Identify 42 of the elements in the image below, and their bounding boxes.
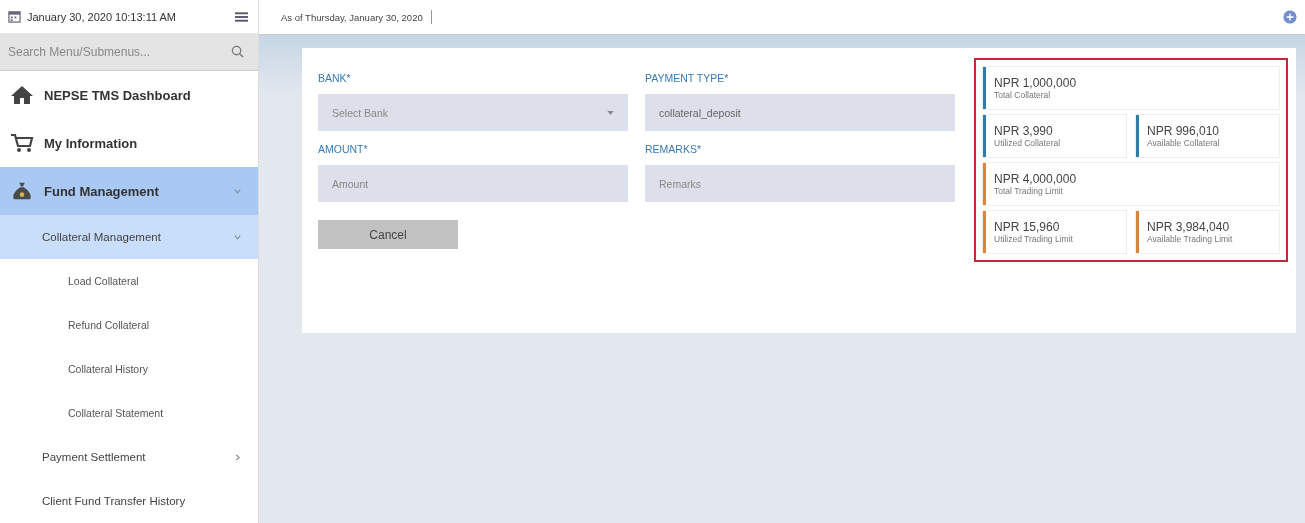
- menu-item[interactable]: Fund Management: [0, 167, 258, 215]
- plus-circle-icon[interactable]: [1283, 10, 1297, 24]
- stat-label: Utilized Trading Limit: [994, 234, 1073, 244]
- stat-label: Total Trading Limit: [994, 186, 1064, 196]
- submenu-item[interactable]: Collateral Statement: [0, 391, 258, 435]
- field-label: AMOUNT*: [318, 143, 369, 155]
- menu-item[interactable]: My Information: [0, 119, 258, 167]
- field-label: REMARKS*: [645, 143, 702, 155]
- submenu-item[interactable]: Collateral History: [0, 347, 258, 391]
- menu-item[interactable]: NEPSE TMS Dashboard: [0, 71, 258, 119]
- stat-label: Available Trading Limit: [1147, 234, 1233, 244]
- cancel-button[interactable]: Cancel: [318, 220, 458, 249]
- money-bag-icon: [10, 181, 34, 201]
- submenu-item[interactable]: Load Collateral: [0, 259, 258, 303]
- stat-amount: NPR 15,960: [994, 220, 1061, 234]
- submenu-item[interactable]: Refund Collateral: [0, 303, 258, 347]
- field-label: PAYMENT TYPE*: [645, 72, 730, 84]
- submenu-item[interactable]: Collateral Management: [0, 215, 258, 259]
- dropdown-caret-icon: [607, 110, 614, 115]
- date-text: As of Thursday, January 30, 2020: [281, 11, 423, 23]
- calendar-icon: [8, 10, 21, 24]
- input-field[interactable]: Remarks: [645, 165, 955, 202]
- input-field[interactable]: Amount: [318, 165, 628, 202]
- search-bar[interactable]: Search Menu/Submenus...: [0, 33, 258, 71]
- field-label: BANK*: [318, 72, 352, 84]
- search-icon[interactable]: [231, 45, 244, 59]
- submenu-item[interactable]: Client Fund Transfer History: [0, 479, 258, 523]
- submenu-item[interactable]: Payment Settlement: [0, 435, 258, 479]
- stat-amount: NPR 3,984,040: [1147, 220, 1231, 234]
- clock-text: January 30, 2020 10:13:11 AM: [27, 10, 177, 23]
- stat-label: Available Collateral: [1147, 138, 1220, 148]
- stat-amount: NPR 3,990: [994, 124, 1054, 138]
- house-icon: [10, 85, 34, 105]
- search-field[interactable]: Search Menu/Submenus...: [6, 43, 231, 60]
- stat-amount: NPR 1,000,000: [994, 76, 1077, 90]
- cart-icon: [10, 133, 34, 153]
- stat-amount: NPR 4,000,000: [994, 172, 1077, 186]
- stat-label: Total Collateral: [994, 90, 1052, 100]
- menu-icon[interactable]: [235, 11, 248, 22]
- stat-label: Utilized Collateral: [994, 138, 1061, 148]
- input-field[interactable]: collateral_deposit: [645, 94, 955, 131]
- stat-amount: NPR 996,010: [1147, 124, 1220, 138]
